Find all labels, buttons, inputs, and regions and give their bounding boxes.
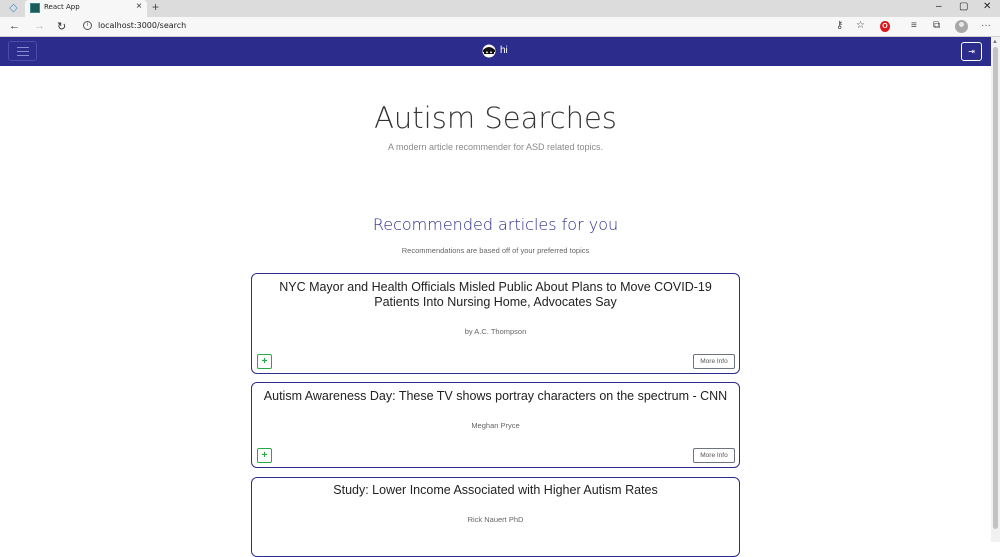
restore-button[interactable]: ▢ [959,1,968,12]
recommendations-heading: Recommended articles for you [372,215,619,234]
collections-icon[interactable]: ⧉ [933,20,940,31]
tab-close-icon[interactable]: × [136,1,142,12]
favorites-icon[interactable]: ≡ [911,20,917,31]
opera-icon[interactable]: O [880,21,890,32]
profile-icon[interactable] [955,20,968,33]
url-field[interactable]: localhost:3000/search [98,21,186,30]
more-info-button[interactable]: More Info [693,448,735,463]
ninja-avatar-icon [482,44,496,58]
menu-toggle-button[interactable] [8,41,37,61]
page-scrollbar[interactable]: ▲ [991,37,1000,542]
article-title-line: NYC Mayor and Health Officials Misled Pu… [279,280,712,294]
article-title[interactable]: Autism Awareness Day: These TV shows por… [262,389,729,404]
brand-text[interactable]: hi [500,45,508,56]
add-article-button[interactable]: + [257,354,272,369]
tab-actions-icon[interactable]: ◇ [7,2,20,15]
react-app-favicon-icon [30,3,40,13]
article-card: Study: Lower Income Associated with High… [251,477,740,557]
scroll-up-icon[interactable]: ▲ [992,39,998,45]
minimize-button[interactable]: – [936,1,942,12]
add-article-button[interactable]: + [257,448,272,463]
article-title[interactable]: NYC Mayor and Health Officials Misled Pu… [262,280,729,310]
favorite-star-icon[interactable]: ☆ [856,20,865,31]
logout-icon: ⇥ [968,47,975,56]
article-author: by A.C. Thompson [464,327,527,336]
reload-icon[interactable]: ↻ [57,20,66,33]
forward-arrow-icon[interactable]: → [34,20,45,32]
new-tab-button[interactable]: + [152,0,159,14]
page-title: Autism Searches [374,101,617,135]
article-author: Rick Nauert PhD [467,515,524,524]
article-title[interactable]: Study: Lower Income Associated with High… [262,483,729,498]
article-card: Autism Awareness Day: These TV shows por… [251,382,740,468]
recommendations-subheading: Recommendations are based off of your pr… [401,246,590,255]
browser-tab[interactable]: React App × [25,0,147,17]
site-info-icon[interactable]: i [83,21,92,30]
key-icon[interactable]: ⚷ [836,20,843,31]
scroll-thumb[interactable] [993,47,998,529]
close-window-button[interactable]: ✕ [983,1,991,12]
more-icon[interactable]: ··· [981,20,991,31]
logout-button[interactable]: ⇥ [961,42,982,61]
hamburger-line [17,47,29,48]
hamburger-line [17,55,29,56]
article-author: Meghan Pryce [471,421,520,430]
page-subtitle: A modern article recommender for ASD rel… [387,142,604,152]
tab-title: React App [44,3,80,11]
address-bar: ← → ↻ i localhost:3000/search ⚷ ☆ O ≡ ⧉ … [0,17,1000,37]
article-title-line: Patients Into Nursing Home, Advocates Sa… [374,295,617,309]
browser-tab-strip: ◇ React App × + – ▢ ✕ [0,0,1000,17]
article-card: NYC Mayor and Health Officials Misled Pu… [251,273,740,374]
app-navbar: hi ⇥ [0,37,991,66]
more-info-button[interactable]: More Info [693,354,735,369]
hamburger-line [17,51,29,52]
back-arrow-icon[interactable]: ← [9,20,20,32]
